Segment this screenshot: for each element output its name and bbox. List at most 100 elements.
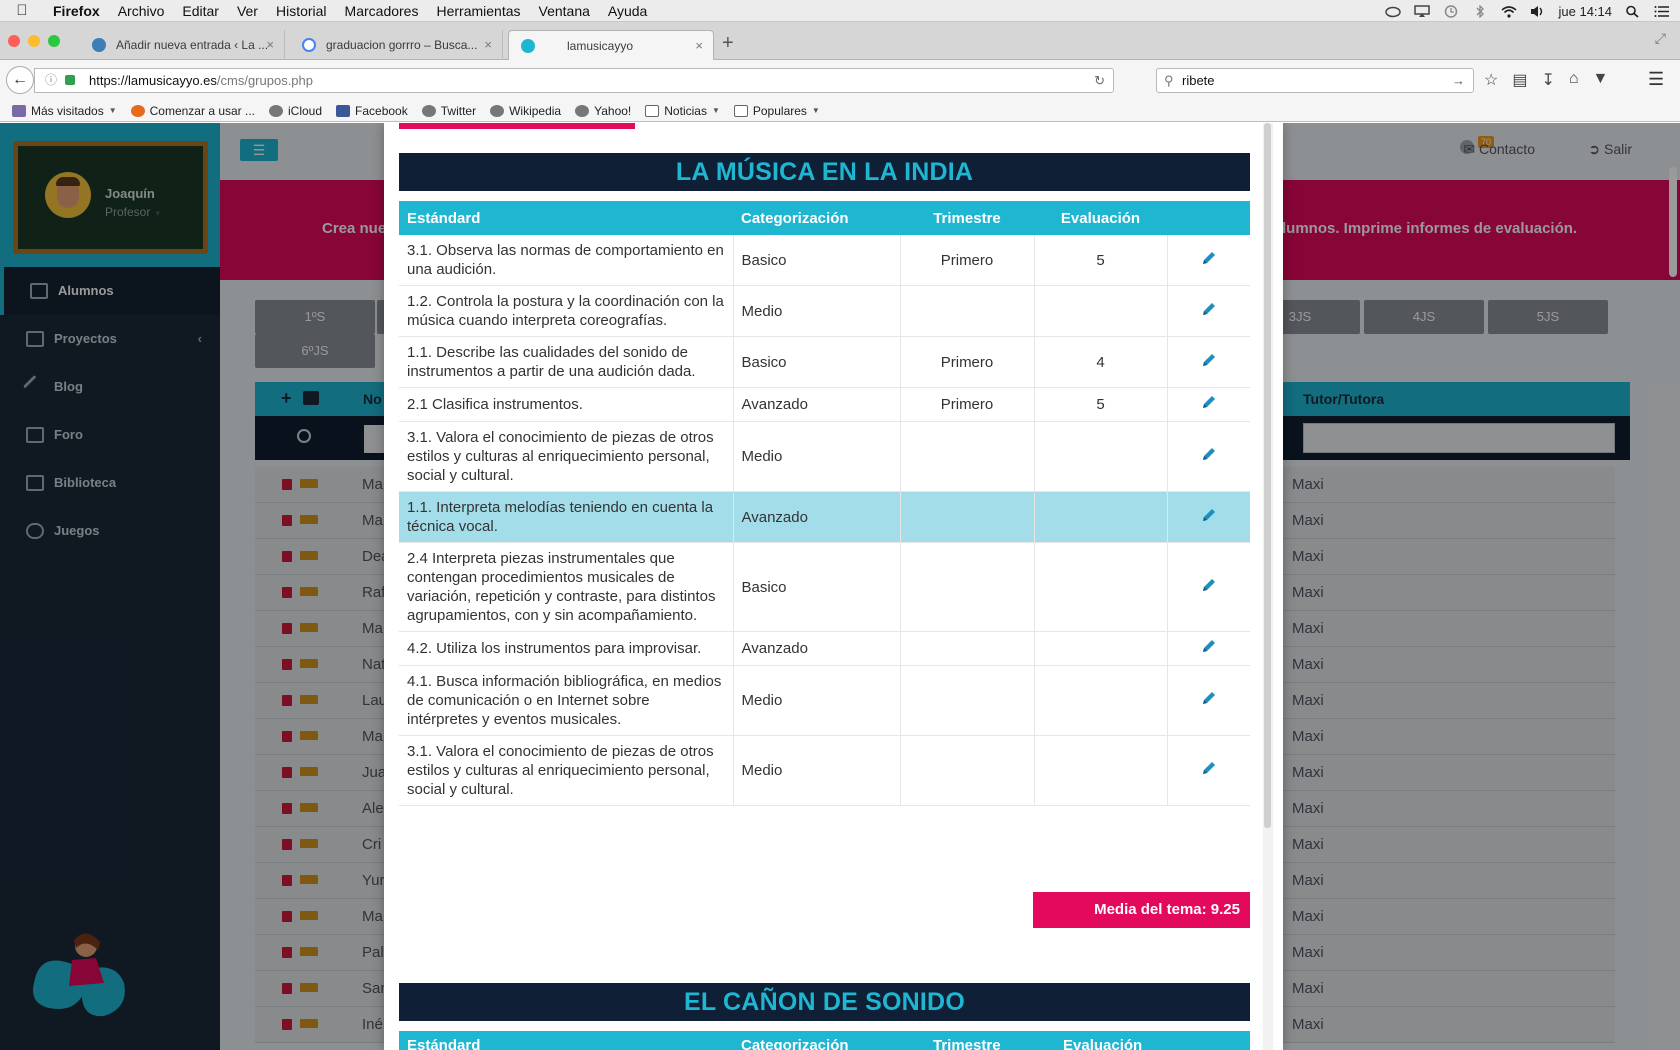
bookmark-yahoo[interactable]: Yahoo! bbox=[575, 104, 631, 118]
menu-app[interactable]: Firefox bbox=[44, 3, 109, 19]
edit-pencil-icon[interactable] bbox=[1201, 578, 1217, 597]
edit-pencil-icon[interactable] bbox=[1201, 762, 1217, 780]
edit-pencil-icon[interactable] bbox=[1201, 251, 1217, 270]
bookmark-label: Más visitados bbox=[31, 103, 104, 118]
edit-cell bbox=[1167, 665, 1250, 736]
menu-editar[interactable]: Editar bbox=[173, 3, 228, 19]
bookmark-label: Populares bbox=[752, 103, 807, 118]
cell-standard: 1.2. Controla la postura y la coordinaci… bbox=[399, 285, 734, 337]
edit-pencil-icon[interactable] bbox=[1201, 448, 1217, 466]
bookmark-populares[interactable]: Populares ▼ bbox=[733, 103, 820, 118]
cell-category: Basico bbox=[733, 336, 901, 388]
bookmark-mas-visitados[interactable]: Más visitados ▼ bbox=[12, 104, 117, 118]
bookmark-noticias[interactable]: Noticias ▼ bbox=[645, 104, 720, 118]
modal-scrollbar-thumb[interactable] bbox=[1264, 123, 1271, 828]
edit-pencil-icon[interactable] bbox=[1201, 353, 1217, 372]
table-row: 3.1. Valora el conocimiento de piezas de… bbox=[399, 421, 1250, 492]
menu-historial[interactable]: Historial bbox=[267, 3, 336, 19]
downloads-icon[interactable]: ↧ bbox=[1541, 70, 1554, 90]
new-tab-button[interactable]: + bbox=[722, 32, 734, 55]
search-bar[interactable]: ⚲ ribete → bbox=[1156, 68, 1474, 93]
table-header-row: Estándard Categorización Trimestre Evalu… bbox=[399, 1031, 1250, 1050]
bookmark-facebook[interactable]: Facebook bbox=[336, 104, 408, 118]
menu-ventana[interactable]: Ventana bbox=[530, 3, 599, 19]
cell-term bbox=[900, 665, 1035, 736]
menu-ayuda[interactable]: Ayuda bbox=[599, 3, 656, 19]
airplay-icon[interactable] bbox=[1413, 4, 1430, 18]
url-bar[interactable]: ⓘ https://lamusicayyo.es/cms/grupos.php … bbox=[34, 68, 1114, 93]
search-go-icon[interactable]: → bbox=[1452, 69, 1465, 92]
bookmarks-bar: Más visitados ▼ Comenzar a usar ... iClou… bbox=[0, 100, 1680, 122]
edit-pencil-icon[interactable] bbox=[1201, 396, 1217, 414]
back-button[interactable]: ← bbox=[6, 66, 34, 94]
bookmark-star-icon[interactable]: ☆ bbox=[1484, 70, 1498, 90]
window-zoom-button[interactable] bbox=[48, 35, 60, 47]
edit-pencil-icon[interactable] bbox=[1201, 508, 1217, 527]
cell-category: Basico bbox=[733, 542, 901, 632]
menu-herramientas[interactable]: Herramientas bbox=[427, 3, 529, 19]
search-input[interactable]: ribete bbox=[1182, 73, 1215, 88]
table-row: 2.1 Clasifica instrumentos. Avanzado Prime… bbox=[399, 387, 1250, 422]
cloud-icon[interactable] bbox=[1384, 5, 1401, 18]
tab-close-icon[interactable]: × bbox=[484, 30, 492, 60]
menu-archivo[interactable]: Archivo bbox=[109, 3, 174, 19]
tab-close-icon[interactable]: × bbox=[695, 31, 703, 61]
window-minimize-button[interactable] bbox=[28, 35, 40, 47]
edit-cell bbox=[1167, 421, 1250, 492]
tab-1[interactable]: Añadir nueva entrada ‹ La ... × bbox=[80, 30, 285, 60]
edit-pencil-icon[interactable] bbox=[1201, 692, 1217, 710]
menu-marcadores[interactable]: Marcadores bbox=[336, 3, 428, 19]
bookmark-icloud[interactable]: iCloud bbox=[269, 104, 322, 118]
bookmark-comenzar[interactable]: Comenzar a usar ... bbox=[130, 104, 255, 118]
nav-toolbar: ← ⓘ https://lamusicayyo.es/cms/grupos.ph… bbox=[0, 60, 1680, 100]
tab-3-active[interactable]: lamusicayyo × bbox=[508, 30, 714, 60]
reading-list-icon[interactable]: ▤ bbox=[1512, 70, 1527, 90]
wifi-icon[interactable] bbox=[1500, 5, 1517, 18]
reload-icon[interactable]: ↻ bbox=[1094, 69, 1105, 92]
tab-close-icon[interactable]: × bbox=[266, 30, 274, 60]
cell-category: Avanzado bbox=[733, 631, 901, 666]
cell-term: Primero bbox=[900, 387, 1035, 422]
edit-pencil-icon[interactable] bbox=[1201, 640, 1217, 658]
table-row: 4.1. Busca información bibliográfica, en… bbox=[399, 665, 1250, 736]
cell-grade: 5 bbox=[1034, 387, 1168, 422]
hamburger-menu-icon[interactable]: ☰ bbox=[1648, 69, 1664, 90]
apple-icon[interactable]:  bbox=[0, 2, 44, 19]
folder-icon bbox=[12, 104, 26, 117]
bookmark-twitter[interactable]: Twitter bbox=[421, 104, 476, 118]
bookmark-wikipedia[interactable]: Wikipedia bbox=[490, 104, 561, 118]
menu-ver[interactable]: Ver bbox=[228, 3, 267, 19]
edit-cell bbox=[1167, 285, 1250, 337]
header-actions bbox=[1167, 201, 1250, 235]
cell-term: Primero bbox=[900, 235, 1035, 286]
tab-2[interactable]: graduacion gorrro – Busca... × bbox=[290, 30, 503, 60]
cell-term bbox=[900, 421, 1035, 492]
cell-category: Avanzado bbox=[733, 387, 901, 422]
pocket-icon[interactable]: ▼ bbox=[1593, 70, 1609, 90]
cell-term bbox=[900, 735, 1035, 806]
clock[interactable]: jue 14:14 bbox=[1559, 4, 1613, 19]
table-row: 2.4 Interpreta piezas instrumentales que… bbox=[399, 542, 1250, 632]
cell-standard: 3.1. Observa las normas de comportamient… bbox=[399, 235, 734, 286]
edit-cell bbox=[1167, 631, 1250, 666]
header-grade: Evaluación bbox=[1034, 201, 1167, 235]
info-icon[interactable]: ⓘ bbox=[45, 69, 57, 92]
globe-icon bbox=[575, 104, 590, 117]
tab-title: lamusicayyo bbox=[567, 39, 634, 53]
bluetooth-icon[interactable] bbox=[1472, 4, 1488, 18]
cell-term bbox=[900, 542, 1035, 632]
modal-scrollbar[interactable] bbox=[1263, 123, 1273, 1050]
window-close-button[interactable] bbox=[8, 35, 20, 47]
cell-category: Medio bbox=[733, 665, 901, 736]
edit-cell bbox=[1167, 387, 1250, 422]
volume-icon[interactable] bbox=[1530, 5, 1546, 18]
home-icon[interactable]: ⌂ bbox=[1569, 70, 1579, 90]
page-scrollbar[interactable] bbox=[1669, 167, 1677, 277]
spotlight-icon[interactable] bbox=[1625, 5, 1641, 18]
edit-pencil-icon[interactable] bbox=[1201, 302, 1217, 321]
url-path: /cms/grupos.php bbox=[216, 73, 313, 88]
notification-center-icon[interactable] bbox=[1654, 5, 1670, 18]
fullscreen-icon[interactable]: ⤢ bbox=[1655, 30, 1666, 47]
cell-category: Medio bbox=[733, 735, 901, 806]
time-machine-icon[interactable] bbox=[1443, 4, 1459, 18]
